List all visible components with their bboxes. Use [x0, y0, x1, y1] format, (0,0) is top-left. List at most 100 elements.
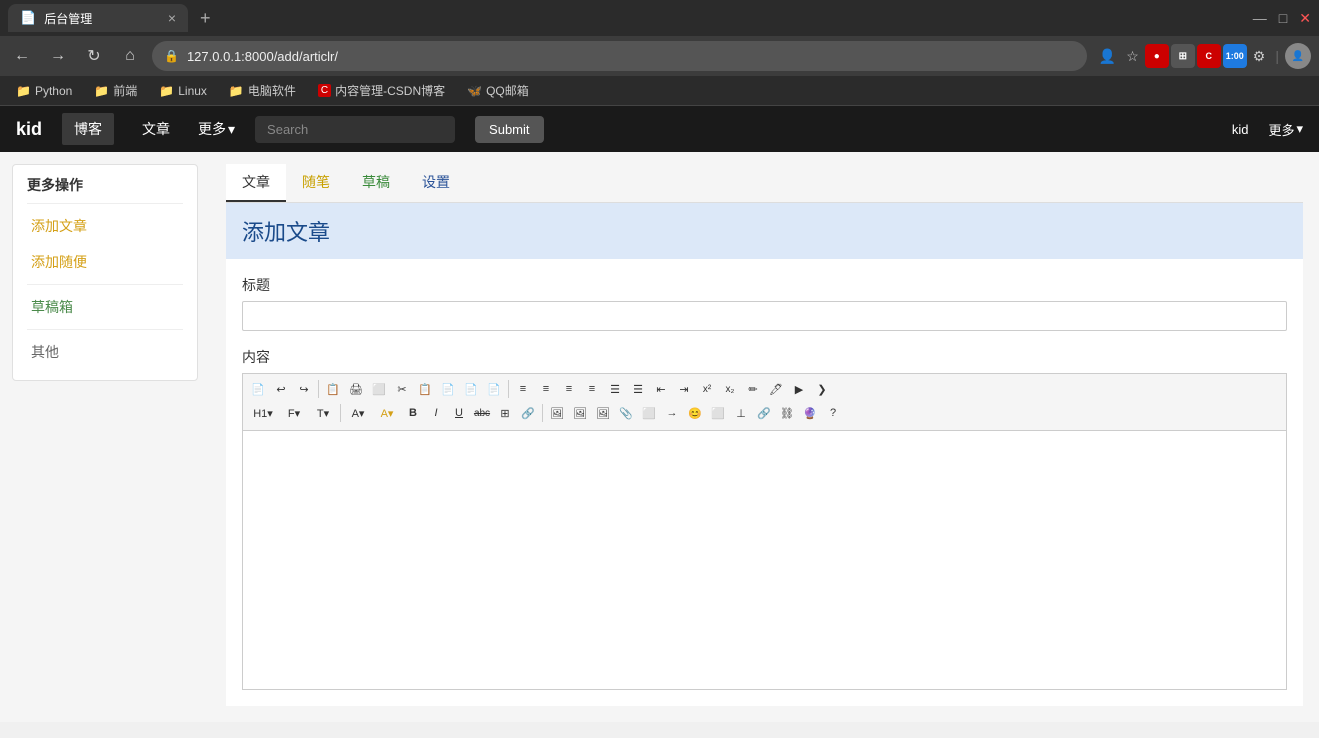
rte-sep: [508, 380, 509, 398]
rte-image[interactable]: 🖼: [546, 402, 568, 424]
content-area: 文章 随笔 草稿 设置 添加文章 标题 内容 📄 ↩ ↪: [210, 152, 1319, 722]
reload-button[interactable]: ↻: [80, 42, 108, 70]
nav-blog[interactable]: 博客: [62, 113, 114, 145]
rte-row-2: H1▾ F▾ T▾ A▾ A▾ B I U abc ⊞ 🔗 🖼: [247, 402, 1282, 424]
ext-gray[interactable]: ⊞: [1171, 44, 1195, 68]
tab-draft[interactable]: 草稿: [346, 164, 406, 202]
rte-indent-in[interactable]: ⇥: [673, 378, 695, 400]
rte-sep: [542, 404, 543, 422]
home-button[interactable]: ⌂: [116, 42, 144, 70]
active-tab[interactable]: 📄 后台管理 ×: [8, 4, 188, 32]
rte-color-bg[interactable]: A▾: [344, 402, 372, 424]
rte-align-center[interactable]: ≡: [535, 378, 557, 400]
rte-emoji[interactable]: 😊: [684, 402, 706, 424]
rte-edit[interactable]: 🖊: [765, 378, 787, 400]
bookmark-csdn[interactable]: C 内容管理-CSDN博客: [310, 80, 453, 101]
forward-button[interactable]: →: [44, 42, 72, 70]
rte-indent-out[interactable]: ⇤: [650, 378, 672, 400]
rte-attach[interactable]: 📎: [615, 402, 637, 424]
title-input[interactable]: [242, 301, 1287, 331]
sidebar-link-draft[interactable]: 草稿箱: [27, 289, 183, 325]
chevron-down-icon: ▾: [228, 121, 235, 138]
bookmark-frontend[interactable]: 📁 前端: [86, 80, 145, 101]
ext-csdn[interactable]: C: [1197, 44, 1221, 68]
rte-paste2[interactable]: 📄: [437, 378, 459, 400]
rte-frame[interactable]: ⬜: [368, 378, 390, 400]
title-label: 标题: [242, 275, 1287, 295]
sidebar-link-other[interactable]: 其他: [27, 334, 183, 370]
rte-arrow[interactable]: →: [661, 402, 683, 424]
rte-unlink[interactable]: ⛓: [776, 402, 798, 424]
rte-paste3[interactable]: 📄: [460, 378, 482, 400]
user-avatar[interactable]: 👤: [1285, 43, 1311, 69]
nav-more-right[interactable]: 更多 ▾: [1268, 120, 1303, 139]
rte-play[interactable]: ▶: [788, 378, 810, 400]
tab-article[interactable]: 文章: [226, 164, 286, 202]
rte-link2[interactable]: 🔗: [753, 402, 775, 424]
rte-paste[interactable]: 📋: [414, 378, 436, 400]
bookmark-python[interactable]: 📁 Python: [8, 82, 80, 100]
tab-suibi[interactable]: 随笔: [286, 164, 346, 202]
rte-font[interactable]: F▾: [280, 402, 308, 424]
rte-table[interactable]: ⊞: [494, 402, 516, 424]
rte-italic[interactable]: I: [425, 402, 447, 424]
user-menu[interactable]: kid: [1232, 122, 1249, 137]
rte-superscript[interactable]: x²: [696, 378, 718, 400]
rte-copy[interactable]: 📋: [322, 378, 344, 400]
rte-print[interactable]: 🖨: [345, 378, 367, 400]
settings-icon[interactable]: ⚙: [1249, 44, 1270, 69]
nav-more-dropdown[interactable]: 更多 ▾: [198, 119, 235, 139]
rte-subscript[interactable]: x₂: [719, 378, 741, 400]
rte-heading[interactable]: H1▾: [247, 402, 279, 424]
ext-blue[interactable]: 1:00: [1223, 44, 1247, 68]
divider: |: [1271, 44, 1283, 68]
rte-list-unordered[interactable]: ☰: [604, 378, 626, 400]
bookmark-software[interactable]: 📁 电脑软件: [221, 80, 304, 101]
nav-article[interactable]: 文章: [134, 115, 178, 143]
rte-frame2[interactable]: ⬜: [707, 402, 729, 424]
rte-paste4[interactable]: 📄: [483, 378, 505, 400]
rte-expand[interactable]: ❯: [811, 378, 833, 400]
bookmark-qqmail[interactable]: 🦋 QQ邮箱: [459, 80, 537, 101]
profile-icon[interactable]: 👤: [1095, 44, 1120, 69]
back-button[interactable]: ←: [8, 42, 36, 70]
rte-help[interactable]: ?: [822, 402, 844, 424]
rte-size[interactable]: T▾: [309, 402, 337, 424]
rte-link[interactable]: 🔗: [517, 402, 539, 424]
rte-align-left[interactable]: ≡: [512, 378, 534, 400]
sidebar-link-add-article[interactable]: 添加文章: [27, 208, 183, 244]
rte-bold[interactable]: B: [402, 402, 424, 424]
minimize-button[interactable]: —: [1253, 10, 1267, 26]
submit-button[interactable]: Submit: [475, 116, 543, 143]
search-input[interactable]: [255, 116, 455, 143]
ext-red[interactable]: ●: [1145, 44, 1169, 68]
rte-image2[interactable]: 🖼: [569, 402, 591, 424]
rte-content-area[interactable]: [242, 430, 1287, 690]
rte-spell[interactable]: ✏: [742, 378, 764, 400]
rte-strikethrough[interactable]: abc: [471, 402, 493, 424]
rte-image3[interactable]: 🖼: [592, 402, 614, 424]
rte-new[interactable]: 📄: [247, 378, 269, 400]
tab-close-button[interactable]: ×: [168, 10, 176, 26]
folder-icon: 📁: [94, 84, 109, 98]
rte-undo[interactable]: ↩: [270, 378, 292, 400]
rte-align-justify[interactable]: ≡: [581, 378, 603, 400]
close-button[interactable]: ✕: [1299, 10, 1311, 27]
rte-color-fg[interactable]: A▾: [373, 402, 401, 424]
rte-underline[interactable]: U: [448, 402, 470, 424]
bookmark-linux[interactable]: 📁 Linux: [151, 82, 215, 100]
address-bar[interactable]: 🔒 127.0.0.1:8000/add/articlr/: [152, 41, 1087, 71]
rte-cut[interactable]: ✂: [391, 378, 413, 400]
tab-settings[interactable]: 设置: [406, 164, 466, 202]
rte-box[interactable]: ⬜: [638, 402, 660, 424]
new-tab-button[interactable]: +: [194, 8, 217, 29]
rte-anchor[interactable]: ⊥: [730, 402, 752, 424]
maximize-button[interactable]: □: [1279, 10, 1287, 26]
star-icon[interactable]: ☆: [1122, 44, 1143, 69]
rte-align-right[interactable]: ≡: [558, 378, 580, 400]
rte-redo[interactable]: ↪: [293, 378, 315, 400]
rte-list-ordered[interactable]: ☰: [627, 378, 649, 400]
tab-doc-icon: 📄: [20, 10, 36, 26]
rte-spell2[interactable]: 🔮: [799, 402, 821, 424]
sidebar-link-add-suibian[interactable]: 添加随便: [27, 244, 183, 280]
